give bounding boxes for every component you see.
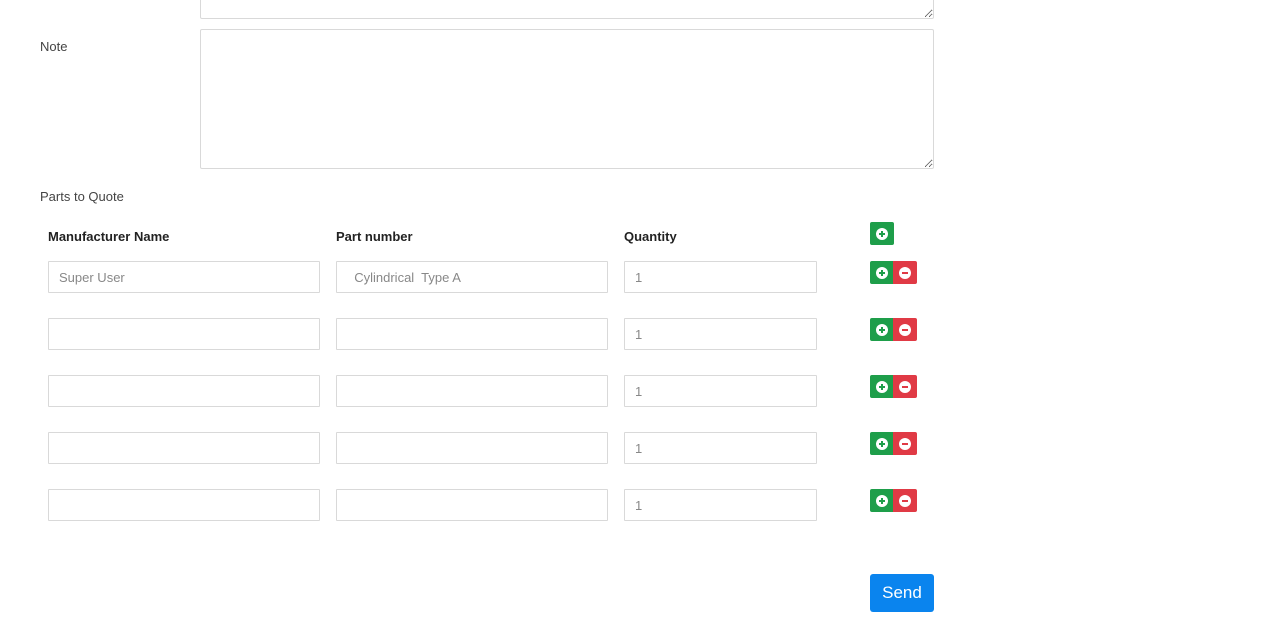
part-number-input-3[interactable] (336, 375, 608, 407)
minus-circle-icon (899, 380, 911, 393)
remove-row-button-2[interactable] (893, 318, 917, 341)
remove-row-button-4[interactable] (893, 432, 917, 455)
plus-circle-icon (876, 266, 888, 279)
part-number-input-2[interactable] (336, 318, 608, 350)
remove-row-button-5[interactable] (893, 489, 917, 512)
manufacturer-input-1[interactable] (48, 261, 320, 293)
previous-textarea[interactable] (200, 0, 934, 19)
plus-circle-icon (876, 227, 888, 240)
part-number-input-5[interactable] (336, 489, 608, 521)
quantity-header: Quantity (624, 229, 677, 244)
remove-row-button-3[interactable] (893, 375, 917, 398)
manufacturer-input-4[interactable] (48, 432, 320, 464)
add-row-button-1[interactable] (870, 261, 894, 284)
add-row-button-5[interactable] (870, 489, 894, 512)
add-row-button-header[interactable] (870, 222, 894, 245)
quantity-input-4[interactable] (624, 432, 817, 464)
plus-circle-icon (876, 494, 888, 507)
part-number-header: Part number (336, 229, 413, 244)
quantity-input-5[interactable] (624, 489, 817, 521)
add-row-button-4[interactable] (870, 432, 894, 455)
manufacturer-input-2[interactable] (48, 318, 320, 350)
plus-circle-icon (876, 380, 888, 393)
plus-circle-icon (876, 323, 888, 336)
plus-circle-icon (876, 437, 888, 450)
note-label: Note (40, 39, 68, 54)
minus-circle-icon (899, 323, 911, 336)
part-number-input-1[interactable] (336, 261, 608, 293)
manufacturer-input-5[interactable] (48, 489, 320, 521)
add-row-button-3[interactable] (870, 375, 894, 398)
add-row-button-2[interactable] (870, 318, 894, 341)
remove-row-button-1[interactable] (893, 261, 917, 284)
minus-circle-icon (899, 437, 911, 450)
quantity-input-1[interactable] (624, 261, 817, 293)
part-number-input-4[interactable] (336, 432, 608, 464)
note-textarea[interactable] (200, 29, 934, 169)
quantity-input-3[interactable] (624, 375, 817, 407)
minus-circle-icon (899, 494, 911, 507)
manufacturer-header: Manufacturer Name (48, 229, 170, 244)
parts-to-quote-label: Parts to Quote (40, 189, 124, 204)
minus-circle-icon (899, 266, 911, 279)
send-button[interactable]: Send (870, 574, 934, 612)
quote-form: Note Parts to Quote Manufacturer Name Pa… (0, 0, 1280, 634)
manufacturer-input-3[interactable] (48, 375, 320, 407)
quantity-input-2[interactable] (624, 318, 817, 350)
